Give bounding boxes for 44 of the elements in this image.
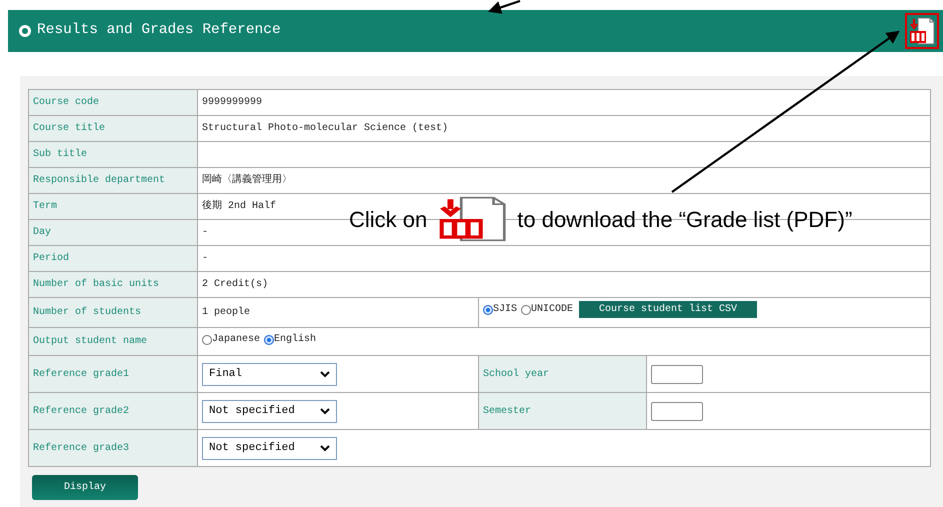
callout-text: Click on: [349, 206, 428, 234]
input-field[interactable]: [651, 364, 703, 384]
chevron-down-icon: [320, 408, 330, 414]
radio-option[interactable]: Japanese: [202, 332, 260, 348]
field-label: School year: [483, 368, 550, 380]
chevron-down-icon: [320, 444, 330, 452]
field-value: Structural Photo-molecular Science (test): [202, 123, 448, 134]
pdf-download-button[interactable]: [905, 13, 939, 49]
field-value: 岡崎〈講義管理用〉: [202, 175, 292, 186]
field-value: 9999999999: [202, 97, 262, 108]
grade-dropdown[interactable]: Final: [202, 362, 337, 386]
grade-dropdown[interactable]: Not specified: [202, 436, 337, 460]
field-label: Responsible department: [33, 175, 166, 186]
field-label: Reference grade1: [33, 368, 130, 380]
field-value: 1 people: [202, 307, 250, 318]
radio-option[interactable]: UNICODE: [521, 302, 574, 317]
pdf-file-icon: [437, 196, 508, 242]
field-label: Day: [33, 227, 52, 238]
field-value: -: [202, 253, 208, 264]
field-label: Period: [33, 253, 70, 264]
page-title: Results and Grades Reference: [37, 21, 281, 40]
field-value: 後期 2nd Half: [202, 201, 276, 212]
field-label: Term: [33, 201, 58, 212]
field-label: Course code: [33, 97, 100, 108]
field-value: -: [202, 227, 208, 238]
callout-text: to download the “Grade list (PDF)”: [517, 206, 852, 234]
arrow: [488, 0, 520, 14]
field-label: Course title: [33, 123, 106, 134]
radio-option[interactable]: SJIS: [483, 302, 518, 317]
field-label: Output student name: [33, 336, 148, 347]
display-button[interactable]: Display: [32, 475, 138, 500]
input-field[interactable]: [651, 402, 703, 420]
field-label: Reference grade3: [33, 442, 130, 454]
field-label: Reference grade2: [33, 406, 130, 416]
grade-dropdown[interactable]: Not specified: [202, 400, 337, 422]
field-value: 2 Credit(s): [202, 279, 268, 290]
field-label: Sub title: [33, 149, 88, 160]
pdf-file-icon: [909, 17, 935, 45]
field-label: Semester: [483, 406, 532, 416]
chevron-down-icon: [320, 370, 330, 378]
csv-download-button[interactable]: Course student list CSV: [579, 301, 758, 318]
radio-option[interactable]: English: [264, 332, 316, 348]
field-label: Number of students: [33, 307, 142, 318]
field-label: Number of basic units: [33, 279, 160, 290]
